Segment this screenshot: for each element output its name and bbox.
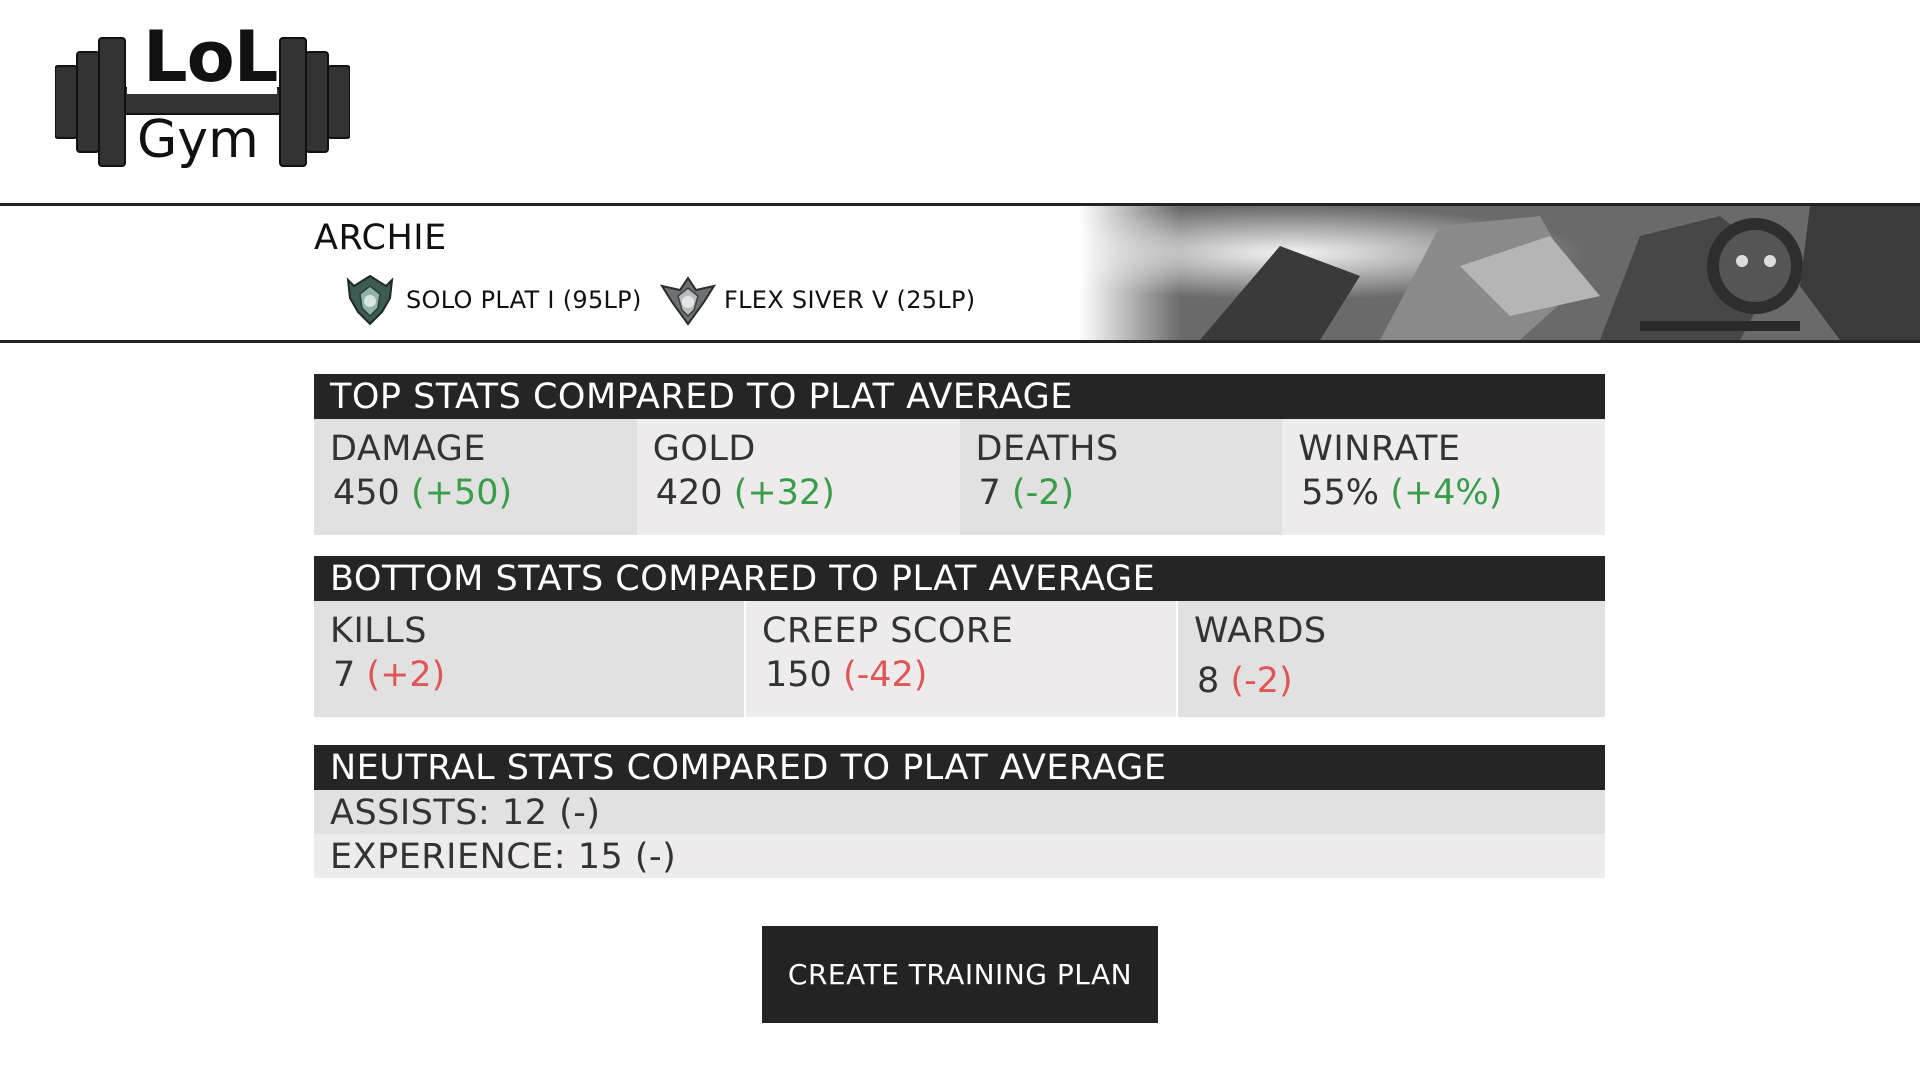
stat-label: GOLD [652, 429, 756, 469]
stat-delta: (-2) [1011, 473, 1075, 513]
stat-deaths: DEATHS 7 (-2) [959, 419, 1283, 535]
stat-value-row: 7 (+2) [330, 655, 744, 695]
flex-rank: FLEX SIVER V (25LP) [658, 272, 975, 328]
stat-value: 7 [333, 655, 356, 695]
stat-assists: ASSISTS: 12 (-) [314, 790, 1605, 834]
stat-delta: (-42) [842, 655, 928, 695]
bottom-stats-cells: KILLS 7 (+2) CREEP SCORE 150 (-42) WARDS… [314, 601, 1605, 717]
silver-emblem-icon [658, 272, 718, 328]
lol-gym-logo[interactable]: LoL Gym [55, 16, 350, 178]
neutral-stats-header: NEUTRAL STATS COMPARED TO PLAT AVERAGE [314, 745, 1605, 790]
platinum-emblem-icon [340, 272, 400, 328]
stat-value-row: 7 (-2) [976, 473, 1283, 513]
stat-label: DAMAGE [330, 429, 487, 469]
profile-banner: ARCHIE SOLO PLAT I (95LP) FLEX SIVER V (… [0, 203, 1920, 343]
stat-value-row: 420 (+32) [653, 473, 960, 513]
solo-rank: SOLO PLAT I (95LP) [340, 272, 642, 328]
stat-winrate: WINRATE 55% (+4%) [1282, 419, 1605, 535]
champion-splash-art [1080, 206, 1920, 340]
stat-experience: EXPERIENCE: 15 (-) [314, 834, 1605, 878]
logo-text-gym: Gym [137, 110, 259, 170]
stat-label: WARDS [1194, 611, 1327, 651]
stat-value: 55% [1301, 473, 1380, 513]
stat-value: 450 [333, 473, 400, 513]
top-stats-header: TOP STATS COMPARED TO PLAT AVERAGE [314, 374, 1605, 419]
top-stats-section: TOP STATS COMPARED TO PLAT AVERAGE DAMAG… [314, 374, 1605, 535]
create-training-plan-button[interactable]: CREATE TRAINING PLAN [762, 926, 1158, 1023]
stat-value-row: 8 (-2) [1194, 661, 1605, 701]
bottom-stats-header: BOTTOM STATS COMPARED TO PLAT AVERAGE [314, 556, 1605, 601]
solo-rank-label: SOLO PLAT I (95LP) [406, 286, 642, 314]
stat-delta: (+32) [733, 473, 835, 513]
stat-value: 420 [655, 473, 723, 513]
summoner-name: ARCHIE [314, 218, 447, 258]
logo-text-lol: LoL [143, 16, 278, 98]
stat-label: WINRATE [1298, 429, 1461, 469]
stat-value: 7 [978, 473, 1001, 513]
top-stats-cells: DAMAGE 450 (+50) GOLD 420 (+32) DEATHS 7… [314, 419, 1605, 535]
neutral-stats-section: NEUTRAL STATS COMPARED TO PLAT AVERAGE A… [314, 745, 1605, 878]
stat-value: 150 [765, 655, 832, 695]
stat-value-row: 55% (+4%) [1298, 473, 1605, 513]
stat-value: 8 [1197, 661, 1220, 701]
stat-delta: (+4%) [1390, 473, 1503, 513]
stat-creep-score: CREEP SCORE 150 (-42) [744, 601, 1176, 717]
stat-gold: GOLD 420 (+32) [636, 419, 960, 535]
stat-label: KILLS [330, 611, 427, 651]
bottom-stats-section: BOTTOM STATS COMPARED TO PLAT AVERAGE KI… [314, 556, 1605, 717]
stat-damage: DAMAGE 450 (+50) [314, 419, 637, 535]
stat-label: CREEP SCORE [762, 611, 1014, 651]
stat-value-row: 150 (-42) [762, 655, 1176, 695]
stat-delta: (-2) [1230, 661, 1293, 701]
flex-rank-label: FLEX SIVER V (25LP) [724, 286, 976, 314]
stat-delta: (+50) [410, 473, 513, 513]
stat-label: DEATHS [975, 429, 1119, 469]
stat-kills: KILLS 7 (+2) [314, 601, 744, 717]
page: LoL Gym ARCHIE SOLO PLAT I (95LP) FLEX S… [0, 0, 1920, 1080]
stat-delta: (+2) [366, 655, 446, 695]
stat-value-row: 450 (+50) [330, 473, 637, 513]
stat-wards: WARDS 8 (-2) [1176, 601, 1605, 717]
